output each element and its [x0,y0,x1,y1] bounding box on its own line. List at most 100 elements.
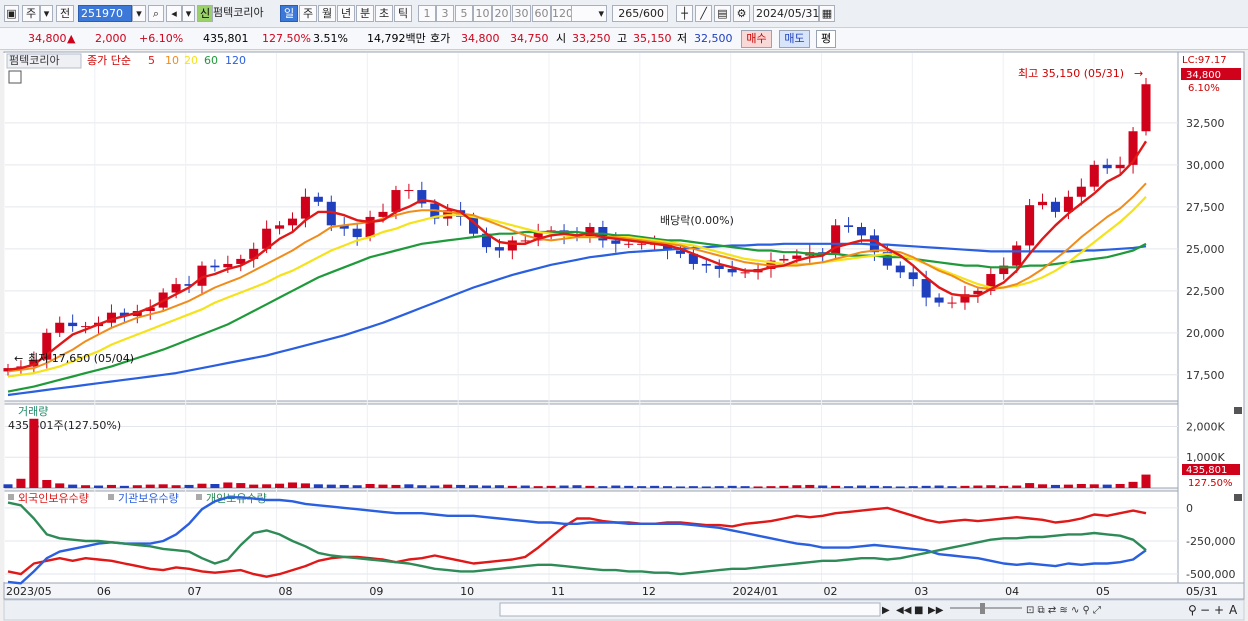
volume-bar [598,486,608,488]
period-tab-3[interactable]: 년 [337,5,355,22]
candle-body [313,196,323,202]
volume-bar [650,485,660,488]
lc-label: LC:97.17 [1182,55,1227,66]
volume-bar [533,486,543,488]
candle-body [68,322,78,327]
rewind-icon[interactable]: ◀◀ [896,605,912,616]
volume-bar [16,478,26,488]
stock-code-input[interactable]: 251970 [78,5,132,22]
minus-icon[interactable]: − [1200,603,1210,617]
candle-body [378,211,388,217]
stock-name: 펌텍코리아 [213,5,277,22]
forward-icon[interactable]: ▶▶ [928,605,944,616]
volume-bar [1141,474,1151,488]
volume-bar [106,484,116,488]
volume-bar [456,484,466,488]
volume-bar [753,486,763,488]
stock-chart[interactable]: 펌텍코리아 종가 단순 5 10 20 60 120 최고 35,150 (05/31)… [0,51,1248,621]
minute-step-60[interactable]: 60 [532,5,551,22]
volume-bar [1089,484,1099,488]
legend-ma-label: 종가 단순 [87,54,131,67]
minute-step-5[interactable]: 5 [455,5,473,22]
market-select[interactable]: 주 [22,5,40,22]
play-icon[interactable]: ▶ [882,605,890,616]
settings-gear-icon[interactable]: ⚙ [733,5,750,22]
jeon-button[interactable]: 전 [56,5,74,22]
market-dropdown-icon[interactable]: ▾ [40,5,53,22]
hoga-label: 호가 [430,32,451,45]
minute-step-20[interactable]: 20 [492,5,511,22]
candle-body [365,216,375,238]
period-tab-1[interactable]: 주 [299,5,317,22]
volume-bar [365,484,375,488]
volume-bar [624,485,634,488]
volume-bar [882,486,892,488]
volume-bar [313,484,323,488]
volume-legend: 거래량 [18,405,48,418]
period-tab-0[interactable]: 일 [280,5,298,22]
zoom-in-icon[interactable]: ⚲ [1188,603,1197,617]
minute-step-1[interactable]: 1 [418,5,436,22]
volume-bar [262,484,272,488]
step-select[interactable]: ▾ [571,5,607,22]
speaker-icon[interactable]: ◂ [166,5,182,22]
volume-bar [895,486,905,488]
volume-bar [818,485,828,488]
save-icon[interactable]: ▤ [714,5,731,22]
stock-name-label: 펌텍코리아 [213,6,264,19]
zoom-slider-handle[interactable] [980,603,985,614]
low-annotation: 최저 17,650 (05/04) [28,352,134,365]
minute-step-120[interactable]: 120 [551,5,573,22]
holdings-panel-close-icon[interactable] [1234,494,1242,501]
ask-price: 34,800 [461,32,500,45]
volume-bar [831,485,841,488]
calendar-icon[interactable]: ▦ [819,5,835,22]
volume-bar [417,485,427,488]
grid-toggle-icon[interactable] [8,70,22,84]
plus-icon[interactable]: + [1214,603,1224,617]
period-tab-5[interactable]: 초 [375,5,393,22]
x-tick-label: 05/31 [1186,585,1218,598]
volume-bar [520,485,530,488]
speaker-dropdown-icon[interactable]: ▾ [182,5,195,22]
candle-body [947,302,957,304]
code-dropdown-icon[interactable]: ▾ [132,5,146,22]
x-tick-label: 07 [188,585,202,598]
period-tab-2[interactable]: 월 [318,5,336,22]
volume-bar [507,485,517,488]
period-tab-4[interactable]: 분 [356,5,374,22]
date-input[interactable]: 2024/05/31 [753,5,819,22]
volume-bar [494,485,504,488]
volume-bar [585,485,595,488]
volume-bar [197,483,207,488]
buy-button[interactable]: 매수 [741,30,772,48]
window-layout-icon[interactable]: ▣ [4,5,19,22]
sell-button[interactable]: 매도 [779,30,810,48]
minute-step-3[interactable]: 3 [436,5,454,22]
candle-body [352,228,362,238]
minute-step-10[interactable]: 10 [473,5,492,22]
high-label: 고 [617,32,628,45]
candle-type-icon[interactable]: ┼ [676,5,693,22]
count-input[interactable]: 265/600 [612,5,668,22]
period-tab-6[interactable]: 틱 [394,5,412,22]
search-icon[interactable]: ⌕ [148,5,164,22]
minute-step-30[interactable]: 30 [512,5,531,22]
volume-bar [779,485,789,488]
zoom-fit-icon[interactable]: ⊡ ⧉ ⇄ ≋ ∿ ⚲ ⤢ [1026,605,1101,616]
volume-bar [378,484,388,488]
volume-bar [999,485,1009,488]
draw-tool-icon[interactable]: ╱ [695,5,712,22]
price-change-pct: +6.10% [139,32,184,45]
x-tick-label: 04 [1005,585,1019,598]
top-toolbar: ▣ 주 ▾ 전 251970 ▾ ⌕ ◂ ▾ 신 펌텍코리아 일주월년분초틱 1… [0,0,1248,28]
volume-panel-close-icon[interactable] [1234,407,1242,414]
volume-bar [1050,484,1061,488]
average-button[interactable]: 평 [816,30,836,48]
last-pct-label: 6.10% [1188,83,1220,94]
x-tick-label: 10 [460,585,474,598]
stop-icon[interactable]: ■ [914,605,923,616]
font-size-icon[interactable]: A [1229,603,1238,617]
scroll-thumb[interactable] [499,602,881,617]
volume-bar [1012,485,1022,488]
